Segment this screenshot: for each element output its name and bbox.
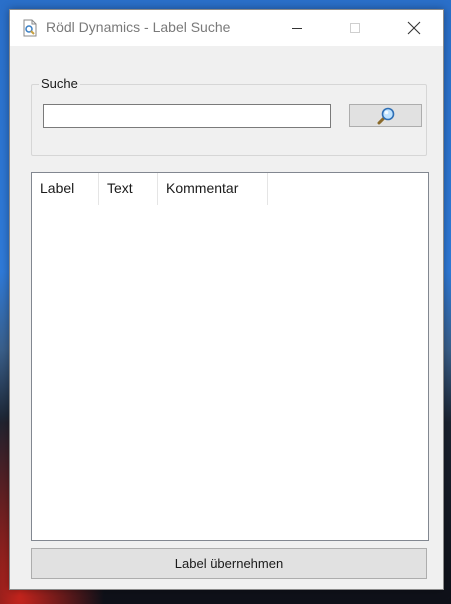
maximize-button — [332, 10, 378, 46]
search-group-label: Suche — [39, 76, 80, 91]
minimize-icon — [292, 28, 302, 29]
close-icon — [407, 21, 421, 35]
search-icon — [377, 107, 394, 124]
column-header-comment[interactable]: Kommentar — [158, 173, 268, 205]
search-button[interactable] — [349, 104, 422, 127]
list-header: Label Text Kommentar — [32, 173, 268, 205]
column-header-text[interactable]: Text — [99, 173, 158, 205]
app-icon — [22, 19, 38, 37]
accept-label-button[interactable]: Label übernehmen — [31, 548, 427, 579]
close-button[interactable] — [391, 10, 437, 46]
column-header-label[interactable]: Label — [32, 173, 99, 205]
window-title: Rödl Dynamics - Label Suche — [46, 19, 231, 35]
minimize-button[interactable] — [274, 10, 320, 46]
label-list[interactable]: Label Text Kommentar — [31, 172, 429, 541]
title-bar[interactable]: Rödl Dynamics - Label Suche — [10, 10, 443, 46]
maximize-icon — [350, 23, 360, 33]
search-input[interactable] — [43, 104, 331, 128]
dialog-window: Rödl Dynamics - Label Suche Suche Label … — [9, 9, 444, 590]
